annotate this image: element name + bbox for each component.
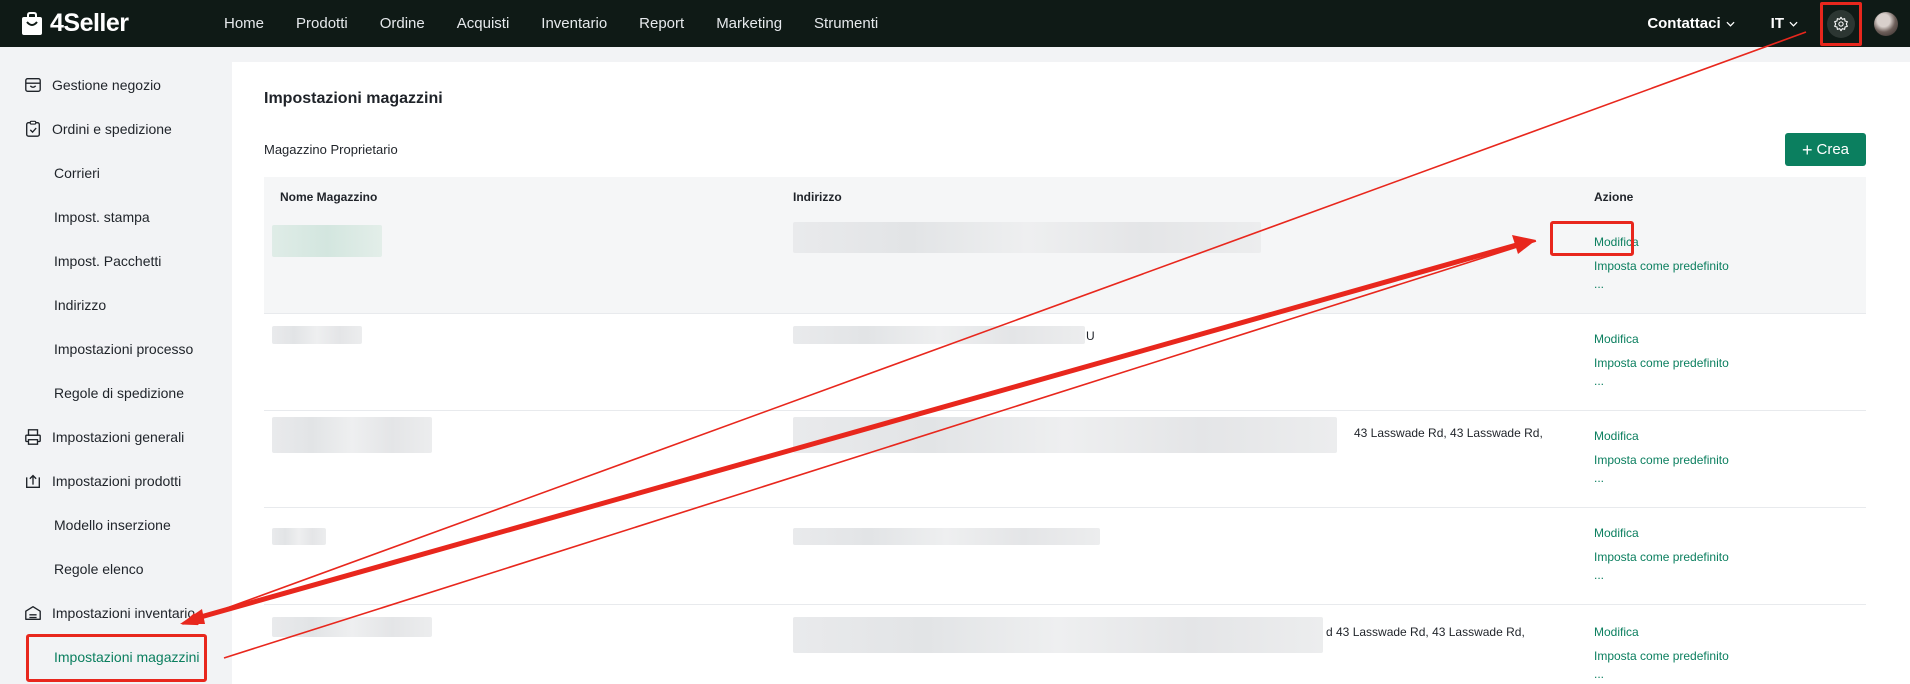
clipboard-icon <box>26 120 40 137</box>
user-avatar[interactable] <box>1874 11 1898 36</box>
topbar-actions: Contattaci IT <box>1647 0 1910 47</box>
nav-acquisti[interactable]: Acquisti <box>457 15 510 32</box>
main-nav: Home Prodotti Ordine Acquisti Inventario… <box>224 15 910 32</box>
nav-report[interactable]: Report <box>639 15 684 32</box>
more-actions[interactable]: ... <box>1594 374 1604 388</box>
sidebar-item-gestione-negozio[interactable]: Gestione negozio <box>0 63 232 107</box>
nav-inventario[interactable]: Inventario <box>541 15 607 32</box>
warehouse-icon <box>25 606 41 620</box>
chevron-down-icon <box>1726 21 1735 27</box>
redacted-name <box>272 417 432 453</box>
sidebar-item-impostazioni-processo[interactable]: Impostazioni processo <box>0 327 232 371</box>
edit-link[interactable]: Modifica <box>1594 526 1639 540</box>
warehouse-settings-panel: Impostazioni magazzini Magazzino Proprie… <box>232 62 1910 684</box>
sidebar-item-label: Regole elenco <box>54 561 144 577</box>
address-text: d 43 Lasswade Rd, 43 Lasswade Rd, <box>1326 625 1525 639</box>
edit-link[interactable]: Modifica <box>1594 625 1639 639</box>
set-default-link[interactable]: Imposta come predefinito <box>1594 453 1729 467</box>
settings-button[interactable] <box>1827 9 1855 38</box>
brand-logo[interactable]: 4Seller <box>20 9 200 38</box>
chevron-down-icon <box>1789 21 1798 27</box>
upload-box-icon <box>26 474 40 488</box>
sidebar-item-label: Impostazioni prodotti <box>52 473 182 489</box>
redacted-name <box>272 617 432 637</box>
sidebar-item-label: Impost. Pacchetti <box>54 253 162 269</box>
column-header-nome: Nome Magazzino <box>280 190 378 204</box>
shopping-bag-icon <box>22 11 42 35</box>
nav-strumenti[interactable]: Strumenti <box>814 15 878 32</box>
settings-highlight <box>1820 1 1862 46</box>
sidebar-item-impostazioni-prodotti[interactable]: Impostazioni prodotti <box>0 459 232 503</box>
set-default-link[interactable]: Imposta come predefinito <box>1594 649 1729 663</box>
redacted-address <box>793 617 1323 653</box>
table-row[interactable]: 43 Lasswade Rd, 43 Lasswade Rd, Modifica… <box>264 411 1866 508</box>
address-text: 43 Lasswade Rd, 43 Lasswade Rd, <box>1354 426 1543 440</box>
redacted-name <box>272 326 362 344</box>
sidebar-item-label: Regole di spedizione <box>54 385 184 401</box>
create-button[interactable]: + Crea <box>1785 133 1866 166</box>
more-actions[interactable]: ... <box>1594 277 1604 291</box>
sidebar-item-label: Indirizzo <box>54 297 107 313</box>
sidebar-item-corrieri[interactable]: Corrieri <box>0 151 232 195</box>
sidebar-item-label: Gestione negozio <box>52 77 161 93</box>
sidebar-item-impostazioni-generali[interactable]: Impostazioni generali <box>0 415 232 459</box>
sidebar-item-ordini-spedizione[interactable]: Ordini e spedizione <box>0 107 232 151</box>
set-default-link[interactable]: Imposta come predefinito <box>1594 259 1729 273</box>
sidebar-item-label: Ordini e spedizione <box>52 121 172 137</box>
contact-label: Contattaci <box>1647 15 1721 32</box>
gear-icon <box>1834 16 1848 31</box>
settings-sidebar: Gestione negozio Ordini e spedizione Cor… <box>0 47 232 684</box>
edit-link[interactable]: Modifica <box>1594 332 1639 346</box>
plus-icon: + <box>1801 139 1813 160</box>
table-row[interactable]: Modifica Imposta come predefinito ... <box>264 508 1866 605</box>
language-label: IT <box>1770 15 1784 32</box>
sidebar-item-label: Impostazioni generali <box>52 429 185 445</box>
sidebar-item-indirizzo[interactable]: Indirizzo <box>0 283 232 327</box>
contact-dropdown[interactable]: Contattaci <box>1647 15 1735 32</box>
sidebar-item-impost-pacchetti[interactable]: Impost. Pacchetti <box>0 239 232 283</box>
set-default-link[interactable]: Imposta come predefinito <box>1594 356 1729 370</box>
sidebar-item-impostazioni-inventario[interactable]: Impostazioni inventario <box>0 591 232 635</box>
sidebar-item-label: Corrieri <box>54 165 100 181</box>
edit-link[interactable]: Modifica <box>1594 429 1639 443</box>
edit-link-highlight <box>1550 221 1634 256</box>
address-text: U <box>1086 329 1095 343</box>
set-default-link[interactable]: Imposta come predefinito <box>1594 550 1729 564</box>
sidebar-item-modello-inserzione[interactable]: Modello inserzione <box>0 503 232 547</box>
table-row[interactable]: d 43 Lasswade Rd, 43 Lasswade Rd, Modifi… <box>264 605 1866 684</box>
more-actions[interactable]: ... <box>1594 471 1604 485</box>
printer-icon <box>25 429 41 445</box>
redacted-address <box>793 222 1261 253</box>
nav-marketing[interactable]: Marketing <box>716 15 782 32</box>
column-header-azione: Azione <box>1594 190 1634 204</box>
nav-prodotti[interactable]: Prodotti <box>296 15 348 32</box>
sidebar-item-impost-stampa[interactable]: Impost. stampa <box>0 195 232 239</box>
page-title: Impostazioni magazzini <box>264 90 443 107</box>
table-row[interactable]: U Modifica Imposta come predefinito ... <box>264 314 1866 411</box>
redacted-address <box>793 417 1337 453</box>
nav-ordine[interactable]: Ordine <box>380 15 425 32</box>
more-actions[interactable]: ... <box>1594 568 1604 582</box>
redacted-name <box>272 528 326 545</box>
sidebar-item-label: Impostazioni inventario <box>52 605 196 621</box>
sidebar-item-label: Impost. stampa <box>54 209 150 225</box>
active-item-highlight <box>26 634 207 682</box>
sidebar-item-label: Modello inserzione <box>54 517 171 533</box>
column-header-indirizzo: Indirizzo <box>793 190 842 204</box>
redacted-address <box>793 528 1100 545</box>
table-header: Nome Magazzino Indirizzo Azione <box>264 177 1866 217</box>
store-icon <box>25 78 41 92</box>
language-dropdown[interactable]: IT <box>1771 15 1798 32</box>
sidebar-item-regole-spedizione[interactable]: Regole di spedizione <box>0 371 232 415</box>
top-navigation-bar: 4Seller Home Prodotti Ordine Acquisti In… <box>0 0 1910 47</box>
more-actions[interactable]: ... <box>1594 667 1604 681</box>
section-title: Magazzino Proprietario <box>264 142 398 157</box>
sidebar-item-label: Impostazioni processo <box>54 341 194 357</box>
redacted-address <box>793 326 1085 344</box>
redacted-name <box>272 225 382 257</box>
nav-home[interactable]: Home <box>224 15 264 32</box>
sidebar-item-regole-elenco[interactable]: Regole elenco <box>0 547 232 591</box>
create-button-label: Crea <box>1816 141 1850 158</box>
brand-name: 4Seller <box>50 9 129 37</box>
